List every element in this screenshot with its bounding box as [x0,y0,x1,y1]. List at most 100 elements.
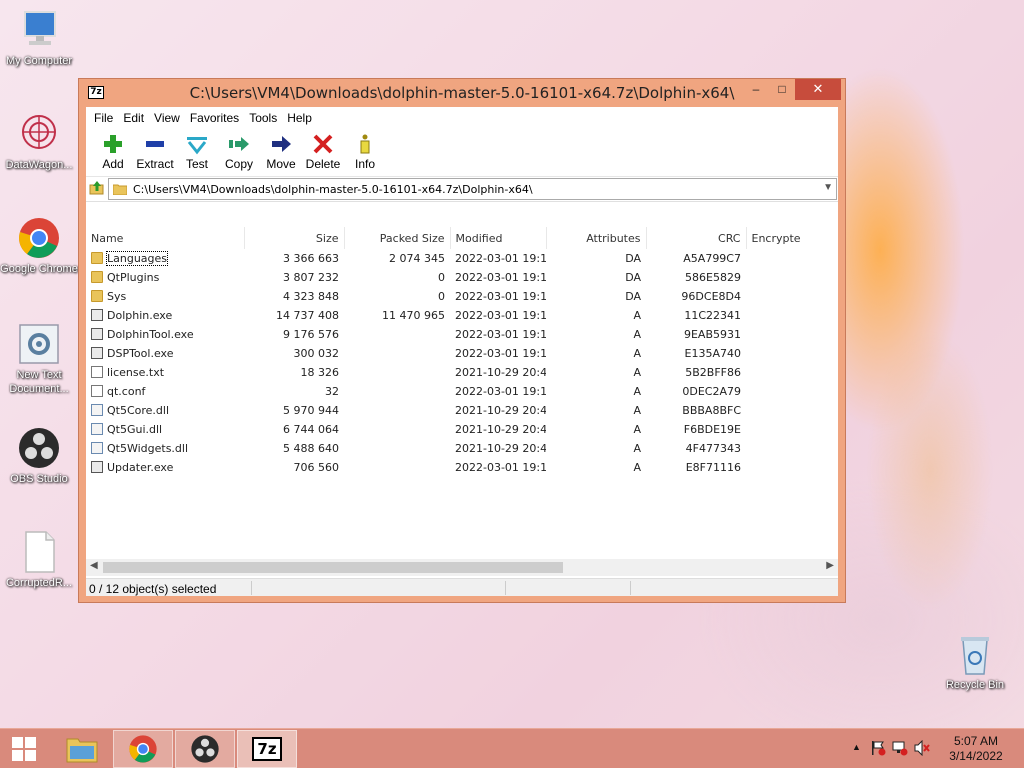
file-size: 706 560 [293,461,340,474]
file-attributes: A [633,404,641,417]
desktop-icon-new-text-document[interactable]: New Text Document... [0,322,78,396]
file-row[interactable]: Dolphin.exe 14 737 408 11 470 965 2022-03-0… [86,306,838,325]
file-row[interactable]: Sys 4 323 848 0 2022-03-01 19:15 DA 96DCE8D4 [86,287,838,306]
file-name-cell[interactable]: DSPTool.exe [86,344,244,363]
desktop-icon-corrupted-file[interactable]: CorruptedR... [0,530,78,590]
file-name-cell[interactable]: DolphinTool.exe [86,325,244,344]
file-name-cell[interactable]: Dolphin.exe [86,306,244,325]
volume-muted-icon[interactable] [914,739,930,759]
add-button[interactable]: Add [92,129,134,176]
file-name-cell[interactable]: Qt5Gui.dll [86,420,244,439]
file-name: license.txt [107,366,165,379]
move-button[interactable]: Move [260,129,302,176]
close-button[interactable]: ✕ [795,79,841,100]
delete-button[interactable]: Delete [302,129,344,176]
status-bar: 0 / 12 object(s) selected [86,578,838,596]
menu-favorites[interactable]: Favorites [185,111,244,125]
file-row[interactable]: Updater.exe 706 560 2022-03-01 19:14 A E8F71… [86,458,838,477]
menu-file[interactable]: File [89,111,118,125]
test-button[interactable]: Test [176,129,218,176]
file-row[interactable]: license.txt 18 326 2021-10-29 20:45 A 5B2BFF… [86,363,838,382]
file-row[interactable]: Languages 3 366 663 2 074 345 2022-03-01 19… [86,249,838,268]
file-packed-size [344,363,450,382]
file-modified: 2021-10-29 20:45 [455,366,546,379]
exe-file-icon [91,461,103,473]
window-client: File Edit View Favorites Tools Help Add … [86,107,838,596]
col-modified[interactable]: Modified [450,227,547,249]
minimize-button[interactable]: – [743,79,769,100]
scroll-thumb[interactable] [103,562,563,573]
col-attributes[interactable]: Attributes [546,227,647,249]
scroll-left-icon[interactable]: ◀ [90,560,98,571]
start-button[interactable] [0,730,48,768]
file-name-cell[interactable]: qt.conf [86,382,244,401]
menu-help[interactable]: Help [282,111,317,125]
desktop-icon-datawagon[interactable]: DataWagon... [0,112,78,172]
file-row[interactable]: DolphinTool.exe 9 176 576 2022-03-01 19:14… [86,325,838,344]
obs-icon [191,735,219,763]
info-button[interactable]: Info [344,129,386,176]
flag-icon[interactable] [870,740,886,759]
file-name: DolphinTool.exe [107,328,194,341]
taskbar-obs-studio[interactable] [175,730,235,768]
file-packed-size: 11 470 965 [382,309,445,322]
path-field[interactable]: C:\Users\VM4\Downloads\dolphin-master-5.… [108,178,837,200]
path-text: C:\Users\VM4\Downloads\dolphin-master-5.… [133,182,533,196]
file-packed-size [344,344,450,363]
menu-edit[interactable]: Edit [118,111,149,125]
file-size: 5 970 944 [283,404,339,417]
menu-view[interactable]: View [149,111,185,125]
col-name[interactable]: Name [86,227,245,249]
clock[interactable]: 5:07 AM 3/14/2022 [946,734,1006,764]
file-modified: 2022-03-01 19:14 [455,328,546,341]
file-row[interactable]: QtPlugins 3 807 232 0 2022-03-01 19:15 DA 586… [86,268,838,287]
horizontal-scrollbar[interactable]: ◀ ▶ [86,559,838,576]
file-row[interactable]: qt.conf 32 2022-03-01 19:14 A 0DEC2A79 [86,382,838,401]
col-crc[interactable]: CRC [646,227,747,249]
dll-file-icon [91,404,103,416]
desktop-icon-recycle-bin[interactable]: Recycle Bin [936,632,1014,692]
maximize-button[interactable]: □ [769,79,795,100]
text-file-icon [91,385,103,397]
taskbar-file-explorer[interactable] [52,730,112,768]
file-row[interactable]: DSPTool.exe 300 032 2022-03-01 19:14 A E135A… [86,344,838,363]
file-attributes: A [633,385,641,398]
col-packed-size[interactable]: Packed Size [344,227,451,249]
blank-file-icon [17,530,61,574]
taskbar-chrome[interactable] [113,730,173,768]
file-encrypted [746,268,838,287]
desktop-icon-obs-studio[interactable]: OBS Studio [0,426,78,486]
desktop-icon-my-computer[interactable]: My Computer [0,8,78,68]
file-row[interactable]: Qt5Widgets.dll 5 488 640 2021-10-29 20:46 A… [86,439,838,458]
col-encrypted[interactable]: Encrypte [746,227,838,249]
plus-icon [92,133,134,155]
title-bar[interactable]: 7z C:\Users\VM4\Downloads\dolphin-master… [79,79,845,106]
app-logo-icon: 7z [252,737,282,761]
file-name-cell[interactable]: Sys [86,287,244,306]
network-icon[interactable] [892,740,908,759]
file-name-cell[interactable]: Languages [86,249,244,268]
extract-button[interactable]: Extract [134,129,176,176]
file-name-cell[interactable]: Qt5Widgets.dll [86,439,244,458]
file-name-cell[interactable]: license.txt [86,363,244,382]
chevron-down-icon[interactable]: ▼ [823,182,833,193]
file-name-cell[interactable]: QtPlugins [86,268,244,287]
file-name-cell[interactable]: Qt5Core.dll [86,401,244,420]
copy-label: Copy [224,157,253,171]
copy-button[interactable]: Copy [218,129,260,176]
file-row[interactable]: Qt5Gui.dll 6 744 064 2021-10-29 20:46 A F6BD… [86,420,838,439]
file-name-cell[interactable]: Updater.exe [86,458,244,477]
desktop-icon-google-chrome[interactable]: Google Chrome [0,216,78,276]
scroll-right-icon[interactable]: ▶ [826,560,834,571]
col-size[interactable]: Size [244,227,345,249]
chevron-up-icon[interactable]: ▲ [852,742,861,752]
file-row[interactable]: Qt5Core.dll 5 970 944 2021-10-29 20:46 A BBB… [86,401,838,420]
file-size: 5 488 640 [283,442,339,455]
taskbar-7zip[interactable]: 7z [237,730,297,768]
menu-tools[interactable]: Tools [244,111,282,125]
desktop-icon-label: New Text Document... [9,369,69,395]
dll-file-icon [91,423,103,435]
up-folder-button[interactable] [86,180,108,199]
toolbar: Add Extract Test Copy Move Delete Info [86,129,838,177]
file-modified: 2022-03-01 19:14 [455,347,546,360]
